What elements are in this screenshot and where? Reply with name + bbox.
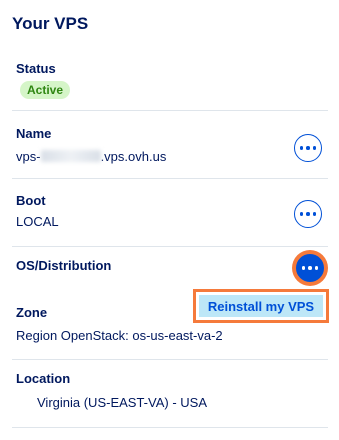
divider [12,427,328,428]
status-badge: Active [20,81,71,99]
divider [12,178,328,179]
name-value-suffix: .vps.ovh.us [100,149,167,164]
location-value: Virginia (US-EAST-VA) - USA [37,395,208,410]
ellipsis-icon [299,212,317,216]
os-label: OS/Distribution [16,258,112,273]
ellipsis-icon [301,266,319,270]
name-value: vps- .vps.ovh.us [16,149,166,164]
reinstall-vps-menu-item[interactable]: Reinstall my VPS [199,295,323,317]
panel-title: Your VPS [12,14,89,33]
divider [12,359,328,360]
boot-label: Boot [16,193,46,208]
zone-label: Zone [16,305,48,320]
boot-actions-button[interactable] [294,200,322,228]
name-actions-button[interactable] [294,134,322,162]
divider [12,110,328,111]
zone-value: Region OpenStack: os-us-east-va-2 [16,328,223,343]
location-label: Location [16,371,71,386]
ellipsis-icon [299,146,317,150]
status-label: Status [16,61,56,76]
redacted-text [40,150,101,162]
name-value-prefix: vps- [16,149,41,164]
os-actions-menu: Reinstall my VPS [193,289,329,323]
vps-info-panel: Your VPS Status Active Name vps- .vps.ovh… [0,0,339,440]
name-label: Name [16,126,52,141]
boot-value: LOCAL [16,214,59,229]
os-actions-button[interactable] [296,254,324,282]
divider [12,246,328,247]
